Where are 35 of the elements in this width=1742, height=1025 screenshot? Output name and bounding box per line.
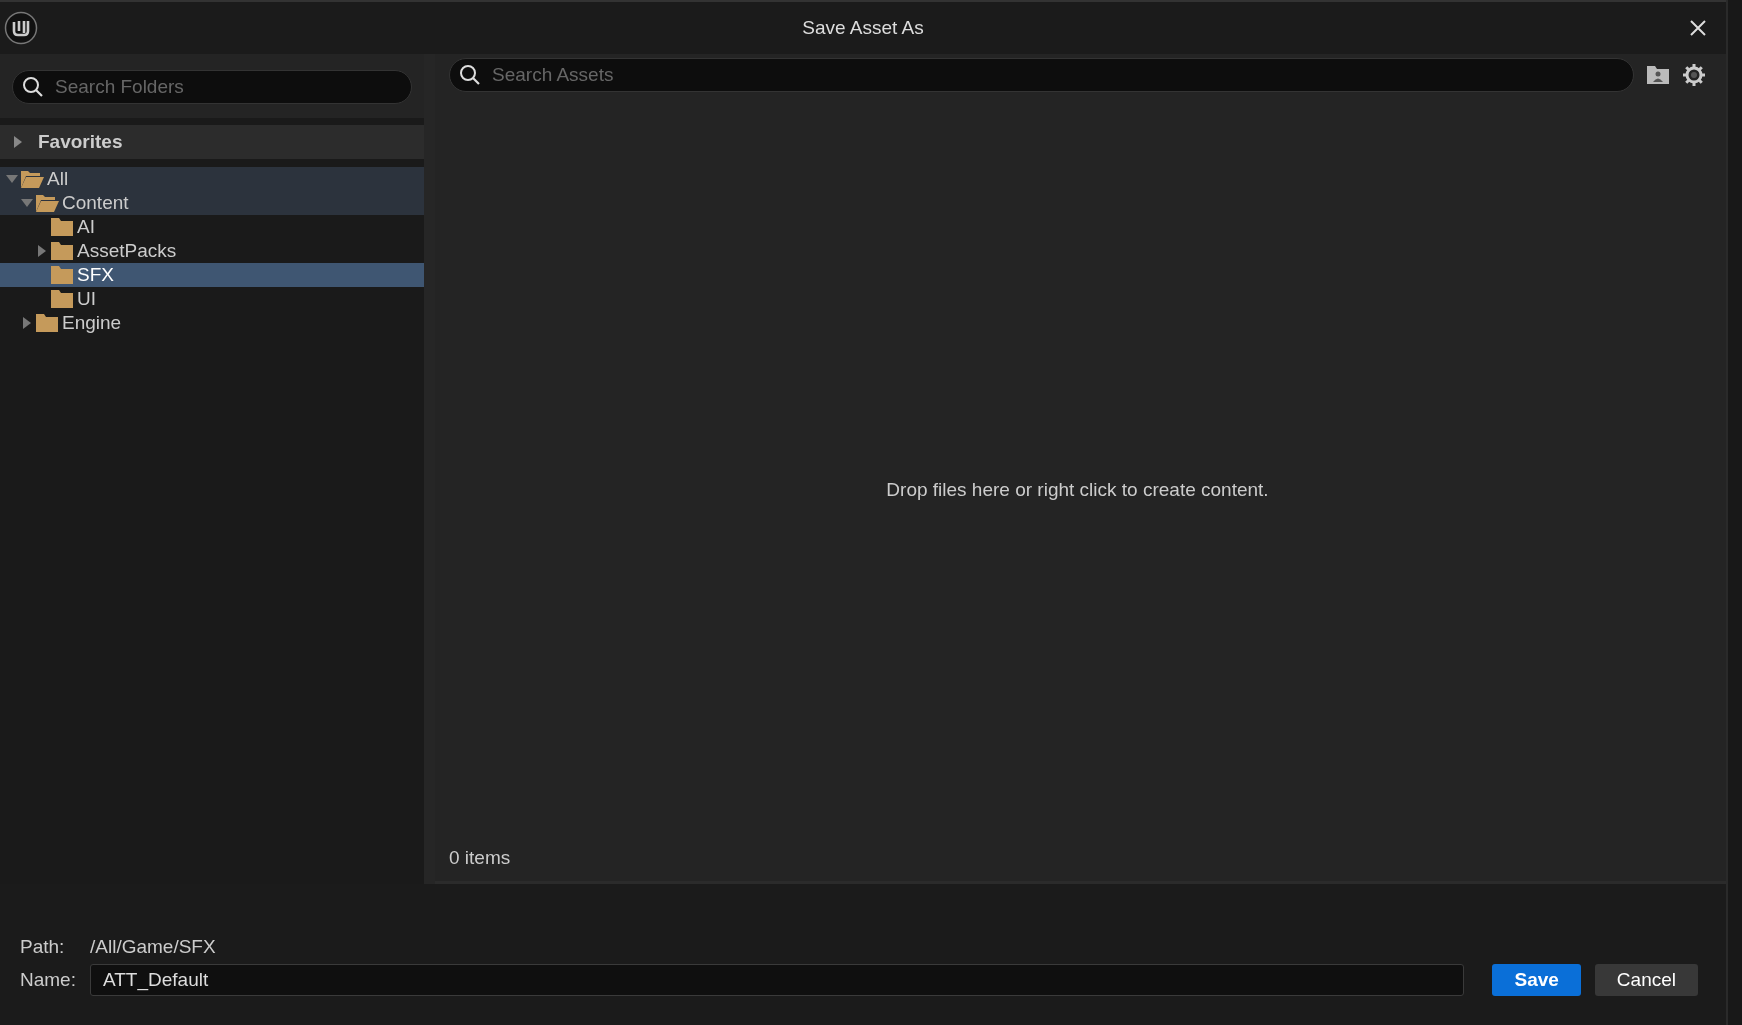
save-button[interactable]: Save bbox=[1492, 964, 1581, 996]
expand-arrow-icon[interactable] bbox=[36, 245, 48, 257]
settings-icon[interactable] bbox=[1682, 63, 1706, 87]
item-count: 0 items bbox=[449, 847, 512, 870]
name-field[interactable]: ATT_Default bbox=[90, 964, 1465, 996]
close-icon[interactable] bbox=[1688, 18, 1708, 38]
folder-person-icon[interactable] bbox=[1646, 65, 1670, 85]
folder-icon bbox=[50, 289, 74, 309]
folder-tree-item[interactable]: AI bbox=[0, 215, 424, 239]
folder-tree-item[interactable]: UI bbox=[0, 287, 424, 311]
folder-icon bbox=[35, 313, 59, 333]
favorites-header[interactable]: Favorites bbox=[0, 125, 424, 159]
asset-search-field[interactable]: Search Assets bbox=[449, 58, 1634, 92]
folder-tree-item[interactable]: SFX bbox=[0, 263, 424, 287]
expand-arrow-icon[interactable] bbox=[21, 197, 33, 209]
cancel-button[interactable]: Cancel bbox=[1594, 964, 1698, 996]
name-label: Name: bbox=[20, 969, 77, 991]
folder-tree-item[interactable]: Content bbox=[0, 191, 424, 215]
window-title: Save Asset As bbox=[802, 17, 924, 39]
expand-arrow-icon[interactable] bbox=[6, 173, 18, 185]
path-label: Path: bbox=[20, 936, 66, 958]
expand-arrow-icon[interactable] bbox=[12, 136, 24, 148]
engine-logo-icon bbox=[4, 11, 38, 45]
folder-icon bbox=[50, 265, 74, 285]
empty-state-message: Drop files here or right click to create content. bbox=[886, 478, 1269, 501]
folder-search-field[interactable]: Search Folders bbox=[12, 70, 412, 104]
expand-arrow-icon[interactable] bbox=[21, 317, 33, 329]
open-folder-icon bbox=[20, 169, 44, 189]
path-value: /All/Game/SFX bbox=[90, 936, 216, 958]
folder-tree-item[interactable]: All bbox=[0, 167, 424, 191]
folder-icon bbox=[50, 217, 74, 237]
folder-tree-item[interactable]: Engine bbox=[0, 311, 424, 335]
folder-icon bbox=[50, 241, 74, 261]
open-folder-icon bbox=[35, 193, 59, 213]
folder-tree-item[interactable]: AssetPacks bbox=[0, 239, 424, 263]
